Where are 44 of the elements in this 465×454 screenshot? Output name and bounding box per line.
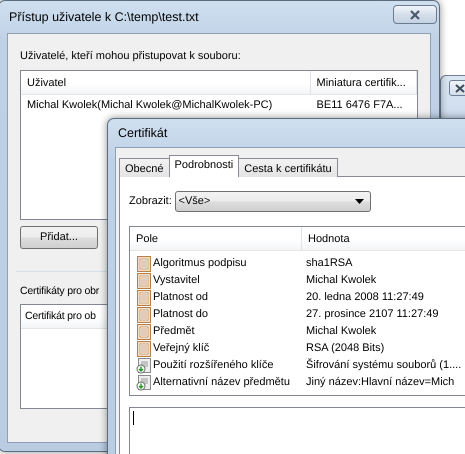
field-value: 27. prosince 2107 11:27:49 xyxy=(305,307,439,322)
field-value: Michal Kwolek xyxy=(305,324,376,340)
tab[interactable]: Cesta k certifikátu xyxy=(238,158,338,177)
recovery-label: Certifikáty pro obr xyxy=(20,284,100,296)
field-value: Jiný název:Hlavní název=Mich xyxy=(305,375,454,390)
table-cell-text: BE11 6476 F7A... xyxy=(316,98,404,114)
field-value: RSA (2048 Bits) xyxy=(305,341,384,356)
document-icon xyxy=(136,256,152,272)
field-name: Algoritmus podpisu xyxy=(153,256,247,272)
document-icon xyxy=(136,272,152,288)
table-cell-text: Michal Kwolek(Michal Kwolek@MichalKwolek-PC) xyxy=(26,98,274,114)
show-dropdown[interactable]: <Vše> xyxy=(174,191,371,212)
field-name: Platnost do xyxy=(153,307,208,322)
tab[interactable]: Podrobnosti xyxy=(168,155,240,177)
add-button[interactable]: Přidat... xyxy=(20,226,98,248)
column-header[interactable]: Uživatel xyxy=(21,71,311,94)
document-icon xyxy=(136,324,152,340)
close-button[interactable] xyxy=(393,5,437,24)
field-name: Alternativní název předmětu xyxy=(153,375,290,390)
field-value: sha1RSA xyxy=(305,256,352,272)
field-name: Vystavitel xyxy=(153,273,200,288)
document-icon xyxy=(136,306,152,322)
field-name: Platnost od xyxy=(153,290,208,306)
document-download-icon xyxy=(136,358,152,374)
field-name: Použití rozšířeného klíče xyxy=(153,358,274,374)
field-value: Michal Kwolek xyxy=(305,273,376,288)
users-label: Uživatelé, kteří mohou přistupovat k souboru: xyxy=(20,49,241,64)
close-icon xyxy=(409,10,421,20)
window-title: Přístup uživatele k C:\temp\test.txt xyxy=(9,8,199,26)
tab[interactable]: Obecné xyxy=(119,158,170,177)
show-label: Zobrazit: xyxy=(129,194,172,210)
field-value: Šifrování systému souborů (1.... xyxy=(305,357,462,374)
field-name: Předmět xyxy=(153,324,195,340)
window-title: Certifikát xyxy=(118,124,168,142)
field-name: Veřejný klíč xyxy=(153,341,210,356)
field-value: 20. ledna 2008 11:27:49 xyxy=(305,290,424,306)
document-download-icon xyxy=(136,374,152,390)
column-header[interactable]: Miniatura certifik... xyxy=(310,71,417,94)
document-icon xyxy=(136,290,152,306)
document-icon xyxy=(136,340,152,356)
caret-icon xyxy=(354,199,364,204)
close-icon[interactable] xyxy=(449,80,465,96)
column-header[interactable]: Pole xyxy=(130,227,302,250)
column-header[interactable]: Hodnota xyxy=(302,227,465,250)
